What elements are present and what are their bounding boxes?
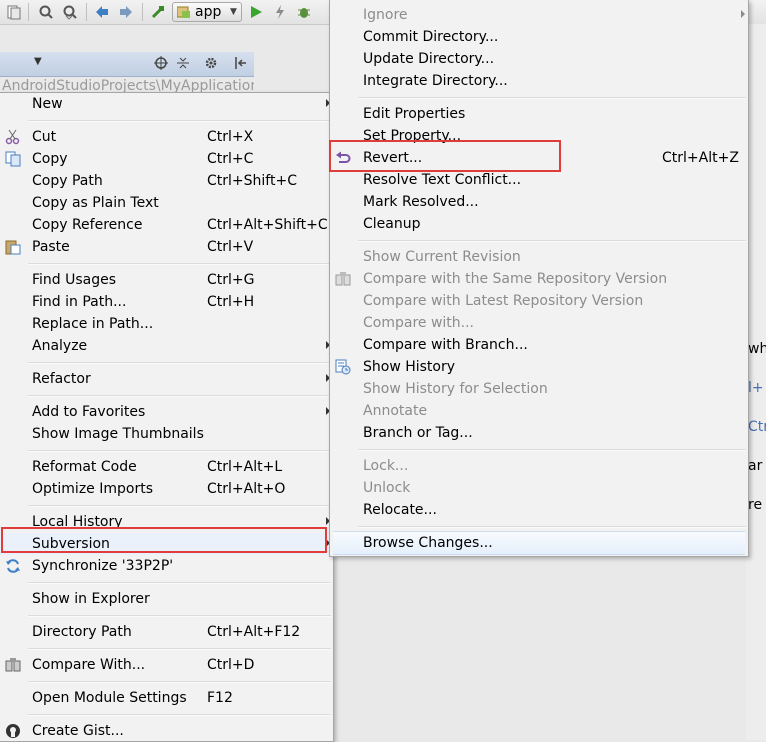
menu-item-find-in-path[interactable]: Find in Path... Ctrl+H [0, 291, 333, 313]
menu-item-compare-same-repo-version[interactable]: Compare with the Same Repository Version [330, 268, 748, 290]
menu-item-unlock[interactable]: Unlock [330, 477, 748, 499]
scroll-from-source-icon[interactable] [154, 56, 168, 70]
editor-text-fragment: ar [748, 458, 763, 474]
menu-item-copy[interactable]: Copy Ctrl+C [0, 148, 333, 170]
copy-icon [5, 151, 21, 167]
menu-item-lock[interactable]: Lock... [330, 455, 748, 477]
submenu-arrow-icon [741, 10, 745, 18]
compare-icon [335, 272, 351, 286]
menu-item-new[interactable]: New [0, 93, 333, 115]
sync-icon[interactable] [6, 4, 22, 20]
build-icon[interactable] [150, 4, 166, 20]
menu-item-show-history-for-selection[interactable]: Show History for Selection [330, 378, 748, 400]
menu-item-show-in-explorer[interactable]: Show in Explorer [0, 588, 333, 610]
menu-item-create-gist[interactable]: Create Gist... [0, 720, 333, 742]
bolt-icon[interactable] [272, 4, 288, 20]
menu-item-cut[interactable]: Cut Ctrl+X [0, 126, 333, 148]
forward-icon[interactable] [118, 4, 134, 20]
sync-icon [6, 559, 20, 573]
editor-text-fragment: re [748, 497, 763, 513]
menu-item-commit-directory[interactable]: Commit Directory... [330, 26, 748, 48]
menu-item-resolve-text-conflict[interactable]: Resolve Text Conflict... [330, 169, 748, 191]
menu-item-directory-path[interactable]: Directory Path Ctrl+Alt+F12 [0, 621, 333, 643]
menu-item-show-image-thumbnails[interactable]: Show Image Thumbnails [0, 423, 333, 445]
menu-item-find-usages[interactable]: Find Usages Ctrl+G [0, 269, 333, 291]
history-icon [335, 359, 351, 375]
menu-item-integrate-directory[interactable]: Integrate Directory... [330, 70, 748, 92]
menu-item-show-history[interactable]: Show History [330, 356, 748, 378]
android-module-icon [177, 6, 190, 18]
editor-text-fragment: Ctr [748, 419, 766, 435]
context-menu: New Cut Ctrl+X Copy Ctrl+C Copy Path Ctrl+S… [0, 92, 334, 742]
menu-item-refactor[interactable]: Refactor [0, 368, 333, 390]
menu-item-add-to-favorites[interactable]: Add to Favorites [0, 401, 333, 423]
project-panel-header: ▼ [0, 52, 254, 77]
menu-item-update-directory[interactable]: Update Directory... [330, 48, 748, 70]
menu-item-replace-in-path[interactable]: Replace in Path... [0, 313, 333, 335]
subversion-submenu: Ignore Commit Directory... Update Direct… [329, 0, 749, 557]
editor-text-fragment: wh [748, 341, 766, 357]
menu-item-compare-with[interactable]: Compare With... Ctrl+D [0, 654, 333, 676]
scissors-icon [5, 129, 20, 145]
highlight-box-revert [329, 140, 561, 172]
menu-item-optimize-imports[interactable]: Optimize Imports Ctrl+Alt+O [0, 478, 333, 500]
run-config-label: app [195, 4, 222, 20]
find-icon[interactable] [38, 4, 54, 20]
menu-item-analyze[interactable]: Analyze [0, 335, 333, 357]
menu-item-compare-with[interactable]: Compare with... [330, 312, 748, 334]
menu-item-browse-changes[interactable]: Browse Changes... [333, 531, 745, 555]
replace-icon[interactable] [62, 4, 78, 20]
menu-item-show-current-revision[interactable]: Show Current Revision [330, 246, 748, 268]
menu-item-copy-plain-text[interactable]: Copy as Plain Text [0, 192, 333, 214]
menu-item-copy-reference[interactable]: Copy Reference Ctrl+Alt+Shift+C [0, 214, 333, 236]
menu-item-compare-with-branch[interactable]: Compare with Branch... [330, 334, 748, 356]
menu-item-ignore[interactable]: Ignore [330, 4, 748, 26]
paste-icon [5, 240, 21, 255]
highlight-box-subversion [1, 527, 327, 553]
collapse-all-icon[interactable] [176, 56, 190, 70]
editor-text-fragment: l+ [748, 380, 764, 396]
menu-item-synchronize[interactable]: Synchronize '33P2P' [0, 555, 333, 577]
menu-item-paste[interactable]: Paste Ctrl+V [0, 236, 333, 258]
run-config-dropdown[interactable]: app ▼ [172, 2, 242, 22]
debug-icon[interactable] [296, 4, 312, 20]
run-icon[interactable] [248, 4, 264, 20]
menu-item-compare-latest-repo-version[interactable]: Compare with Latest Repository Version [330, 290, 748, 312]
menu-item-mark-resolved[interactable]: Mark Resolved... [330, 191, 748, 213]
chevron-down-icon: ▼ [230, 7, 237, 17]
menu-item-edit-properties[interactable]: Edit Properties [330, 103, 748, 125]
hide-panel-icon[interactable] [234, 56, 248, 70]
menu-item-open-module-settings[interactable]: Open Module Settings F12 [0, 687, 333, 709]
menu-item-relocate[interactable]: Relocate... [330, 499, 748, 521]
menu-item-copy-path[interactable]: Copy Path Ctrl+Shift+C [0, 170, 333, 192]
github-icon [6, 724, 20, 738]
menu-item-branch-or-tag[interactable]: Branch or Tag... [330, 422, 748, 444]
back-icon[interactable] [94, 4, 110, 20]
menu-item-reformat-code[interactable]: Reformat Code Ctrl+Alt+L [0, 456, 333, 478]
menu-item-cleanup[interactable]: Cleanup [330, 213, 748, 235]
menu-item-annotate[interactable]: Annotate [330, 400, 748, 422]
gear-icon[interactable] [204, 56, 218, 70]
compare-icon [5, 658, 21, 672]
chevron-down-icon[interactable]: ▼ [34, 56, 42, 67]
